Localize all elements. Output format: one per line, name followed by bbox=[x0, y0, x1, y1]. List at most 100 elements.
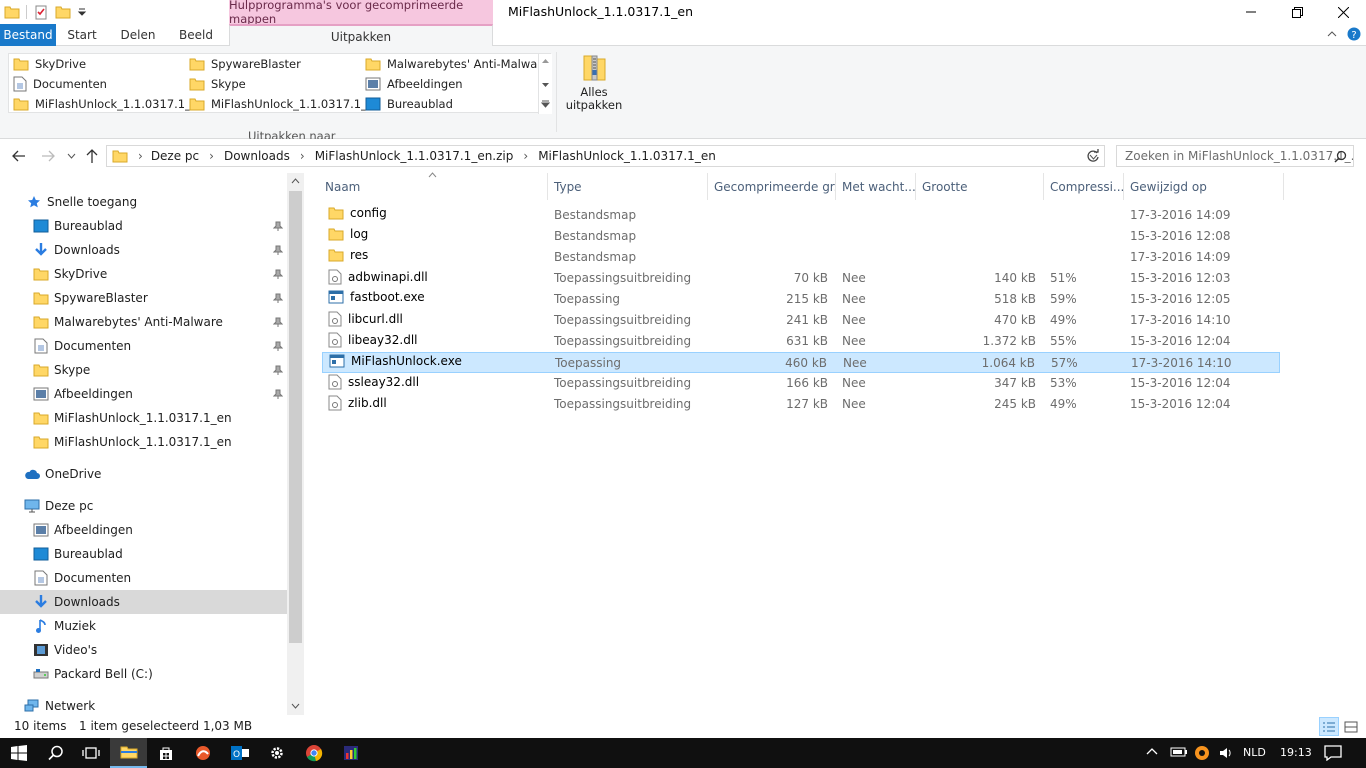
chevron-right-icon[interactable]: › bbox=[209, 149, 214, 163]
file-row-res[interactable]: res Bestandsmap 17-3-2016 14:09 bbox=[322, 247, 1280, 268]
start-button[interactable] bbox=[0, 738, 37, 768]
nav-quick-documenten[interactable]: Documenten bbox=[0, 334, 287, 358]
pin-icon[interactable] bbox=[273, 221, 283, 231]
pin-icon[interactable] bbox=[273, 293, 283, 303]
clock[interactable]: 19:13 bbox=[1280, 746, 1312, 759]
extract-to-skydrive[interactable]: SkyDrive bbox=[13, 54, 86, 74]
search-icon[interactable] bbox=[1334, 150, 1347, 163]
show-hidden-icons-icon[interactable] bbox=[1146, 746, 1158, 758]
search-button[interactable] bbox=[37, 738, 74, 768]
breadcrumb-downloads[interactable]: Downloads bbox=[224, 149, 290, 163]
details-view-button[interactable] bbox=[1319, 717, 1339, 736]
taskbar-file-explorer[interactable] bbox=[110, 738, 147, 768]
extract-all-button[interactable]: Alles uitpakken bbox=[565, 52, 623, 118]
folder-icon[interactable] bbox=[4, 5, 20, 19]
chevron-right-icon[interactable]: › bbox=[523, 149, 528, 163]
extract-to-bureaublad[interactable]: Bureaublad bbox=[365, 94, 453, 114]
nav-scrollbar-thumb[interactable] bbox=[289, 191, 302, 643]
nav-onedrive[interactable]: OneDrive bbox=[0, 462, 287, 486]
breadcrumb-deze-pc[interactable]: Deze pc bbox=[151, 149, 199, 163]
gallery-expand-icon[interactable] bbox=[541, 100, 550, 108]
task-view-button[interactable] bbox=[72, 738, 109, 768]
nav-pc-afbeeldingen[interactable]: Afbeeldingen bbox=[0, 518, 287, 542]
extract-to-skype[interactable]: Skype bbox=[189, 74, 246, 94]
nav-this-pc[interactable]: Deze pc bbox=[0, 494, 287, 518]
chevron-right-icon[interactable]: › bbox=[300, 149, 305, 163]
restore-button[interactable] bbox=[1274, 0, 1320, 24]
extract-to-documenten[interactable]: Documenten bbox=[13, 74, 107, 94]
nav-quick-skydrive[interactable]: SkyDrive bbox=[0, 262, 287, 286]
taskbar-app-swirl[interactable] bbox=[184, 738, 221, 768]
nav-quick-bureaublad[interactable]: Bureaublad bbox=[0, 214, 287, 238]
forward-arrow-icon[interactable] bbox=[40, 149, 56, 163]
file-row-config[interactable]: config Bestandsmap 17-3-2016 14:09 bbox=[322, 205, 1280, 226]
column-header-password[interactable]: Met wacht... bbox=[836, 173, 916, 200]
nav-scrollbar[interactable] bbox=[287, 173, 304, 715]
pin-icon[interactable] bbox=[273, 317, 283, 327]
search-input[interactable]: Zoeken in MiFlashUnlock_1.1.0317.1_... bbox=[1116, 145, 1354, 167]
tab-uitpakken[interactable]: Uitpakken bbox=[229, 24, 493, 47]
battery-icon[interactable] bbox=[1170, 746, 1188, 758]
properties-icon[interactable] bbox=[33, 4, 49, 20]
file-row-zlib[interactable]: zlib.dll Toepassingsuitbreiding 127 kB N… bbox=[322, 394, 1280, 415]
nav-quick-malwarebytes[interactable]: Malwarebytes' Anti-Malware bbox=[0, 310, 287, 334]
nav-quick-skype[interactable]: Skype bbox=[0, 358, 287, 382]
volume-icon[interactable] bbox=[1218, 745, 1234, 761]
taskbar-store[interactable] bbox=[147, 738, 184, 768]
column-header-name[interactable]: Naam bbox=[319, 173, 548, 200]
nav-pc-bureaublad[interactable]: Bureaublad bbox=[0, 542, 287, 566]
nav-quick-miflashunlock-2[interactable]: MiFlashUnlock_1.1.0317.1_en bbox=[0, 430, 287, 454]
taskbar-chrome[interactable] bbox=[295, 738, 332, 768]
column-header-compressed-size[interactable]: Gecomprimeerde gr... bbox=[708, 173, 836, 200]
back-arrow-icon[interactable] bbox=[11, 149, 27, 163]
new-folder-icon[interactable] bbox=[55, 5, 71, 19]
pin-icon[interactable] bbox=[273, 245, 283, 255]
recent-locations-icon[interactable] bbox=[67, 153, 76, 159]
address-bar[interactable]: › Deze pc › Downloads › MiFlashUnlock_1.… bbox=[106, 145, 1105, 167]
taskbar-outlook[interactable]: O bbox=[221, 738, 258, 768]
pin-icon[interactable] bbox=[273, 341, 283, 351]
taskbar-app-chart[interactable] bbox=[332, 738, 369, 768]
nav-pc-drive-c[interactable]: Packard Bell (C:) bbox=[0, 662, 287, 686]
tab-bestand[interactable]: Bestand bbox=[0, 24, 56, 46]
file-row-ssleay32[interactable]: ssleay32.dll Toepassingsuitbreiding 166 … bbox=[322, 373, 1280, 394]
action-center-icon[interactable] bbox=[1324, 745, 1342, 761]
chevron-right-icon[interactable]: › bbox=[138, 149, 143, 163]
extract-to-miflashunlock-2[interactable]: MiFlashUnlock_1.1.0317.1_en bbox=[189, 94, 381, 114]
nav-quick-access[interactable]: Snelle toegang bbox=[0, 190, 287, 214]
up-arrow-icon[interactable] bbox=[85, 148, 99, 164]
language-indicator[interactable]: NLD bbox=[1243, 746, 1266, 759]
file-row-log[interactable]: log Bestandsmap 15-3-2016 12:08 bbox=[322, 226, 1280, 247]
column-header-type[interactable]: Type bbox=[548, 173, 708, 200]
breadcrumb-zip[interactable]: MiFlashUnlock_1.1.0317.1_en.zip bbox=[315, 149, 514, 163]
column-header-modified[interactable]: Gewijzigd op bbox=[1124, 173, 1284, 200]
chevron-down-icon[interactable] bbox=[291, 703, 300, 709]
extract-to-spywareblaster[interactable]: SpywareBlaster bbox=[189, 54, 301, 74]
large-icons-view-button[interactable] bbox=[1341, 717, 1361, 736]
file-row-miflashunlock-exe[interactable]: MiFlashUnlock.exe Toepassing 460 kB Nee … bbox=[322, 352, 1280, 373]
pin-icon[interactable] bbox=[273, 389, 283, 399]
tab-beeld[interactable]: Beeld bbox=[168, 24, 224, 46]
file-row-libeay32[interactable]: libeay32.dll Toepassingsuitbreiding 631 … bbox=[322, 331, 1280, 352]
refresh-icon[interactable] bbox=[1086, 149, 1100, 163]
customize-qat-icon[interactable] bbox=[77, 7, 87, 17]
close-button[interactable] bbox=[1320, 0, 1366, 24]
extract-to-malwarebytes[interactable]: Malwarebytes' Anti-Malware bbox=[365, 54, 549, 74]
chevron-up-icon[interactable] bbox=[291, 178, 300, 184]
nav-pc-videos[interactable]: Video's bbox=[0, 638, 287, 662]
tab-start[interactable]: Start bbox=[56, 24, 108, 46]
collapse-ribbon-icon[interactable] bbox=[1326, 28, 1338, 40]
avast-tray-icon[interactable] bbox=[1194, 745, 1210, 761]
help-icon[interactable]: ? bbox=[1347, 27, 1361, 41]
taskbar-settings[interactable] bbox=[258, 738, 295, 768]
nav-pc-muziek[interactable]: Muziek bbox=[0, 614, 287, 638]
nav-quick-afbeeldingen[interactable]: Afbeeldingen bbox=[0, 382, 287, 406]
file-row-libcurl[interactable]: libcurl.dll Toepassingsuitbreiding 241 k… bbox=[322, 310, 1280, 331]
chevron-up-icon[interactable] bbox=[541, 58, 550, 64]
gallery-scrollbar[interactable] bbox=[538, 54, 552, 114]
extract-to-afbeeldingen[interactable]: Afbeeldingen bbox=[365, 74, 463, 94]
nav-quick-spywareblaster[interactable]: SpywareBlaster bbox=[0, 286, 287, 310]
file-row-fastboot[interactable]: fastboot.exe Toepassing 215 kB Nee 518 k… bbox=[322, 289, 1280, 310]
nav-quick-miflashunlock-1[interactable]: MiFlashUnlock_1.1.0317.1_en bbox=[0, 406, 287, 430]
pin-icon[interactable] bbox=[273, 269, 283, 279]
